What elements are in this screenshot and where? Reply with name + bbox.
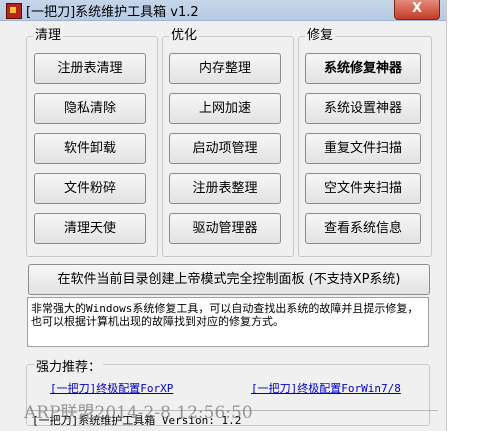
god-mode-button[interactable]: 在软件当前目录创建上帝模式完全控制面板 (不支持XP系统) bbox=[28, 264, 430, 295]
file-shred-button[interactable]: 文件粉碎 bbox=[34, 173, 146, 204]
software-uninstall-button[interactable]: 软件卸载 bbox=[34, 133, 146, 164]
link-config-win7[interactable]: [一把刀]终极配置ForWin7/8 bbox=[251, 380, 401, 396]
recommend-label: 强力推荐： bbox=[34, 356, 104, 375]
link-config-xp[interactable]: [一把刀]终极配置ForXP bbox=[50, 380, 173, 396]
empty-folder-scan-button[interactable]: 空文件夹扫描 bbox=[305, 173, 421, 204]
duplicate-file-scan-button[interactable]: 重复文件扫描 bbox=[305, 133, 421, 164]
app-icon bbox=[6, 3, 22, 19]
driver-manager-button[interactable]: 驱动管理器 bbox=[169, 213, 281, 244]
system-settings-button[interactable]: 系统设置神器 bbox=[305, 93, 421, 124]
app-window: [一把刀]系统维护工具箱 v1.2 X 清理 注册表清理 隐私清除 软件卸载 文… bbox=[0, 0, 446, 431]
memory-defrag-button[interactable]: 内存整理 bbox=[169, 53, 281, 84]
system-repair-button[interactable]: 系统修复神器 bbox=[305, 53, 421, 84]
group-label-repair: 修复 bbox=[305, 28, 336, 44]
watermark-text: ARP联盟2014-2-8 12:56:50 bbox=[24, 403, 253, 423]
group-label-optimize: 优化 bbox=[169, 28, 200, 44]
registry-clean-button[interactable]: 注册表清理 bbox=[34, 53, 146, 84]
window-title: [一把刀]系统维护工具箱 v1.2 bbox=[26, 5, 199, 20]
privacy-clear-button[interactable]: 隐私清除 bbox=[34, 93, 146, 124]
group-label-clean: 清理 bbox=[33, 28, 64, 44]
system-info-button[interactable]: 查看系统信息 bbox=[305, 213, 421, 244]
description-text: 非常强大的Windows系统修复工具，可以自动查找出系统的故障并且提示修复，也可… bbox=[27, 297, 429, 347]
startup-manager-button[interactable]: 启动项管理 bbox=[169, 133, 281, 164]
close-button[interactable]: X bbox=[394, 0, 440, 20]
title-bar[interactable]: [一把刀]系统维护工具箱 v1.2 X bbox=[0, 0, 446, 21]
registry-defrag-button[interactable]: 注册表整理 bbox=[169, 173, 281, 204]
net-accelerate-button[interactable]: 上网加速 bbox=[169, 93, 281, 124]
clean-angel-button[interactable]: 清理天使 bbox=[34, 213, 146, 244]
window-border bbox=[446, 0, 447, 431]
background-strip bbox=[446, 0, 478, 431]
